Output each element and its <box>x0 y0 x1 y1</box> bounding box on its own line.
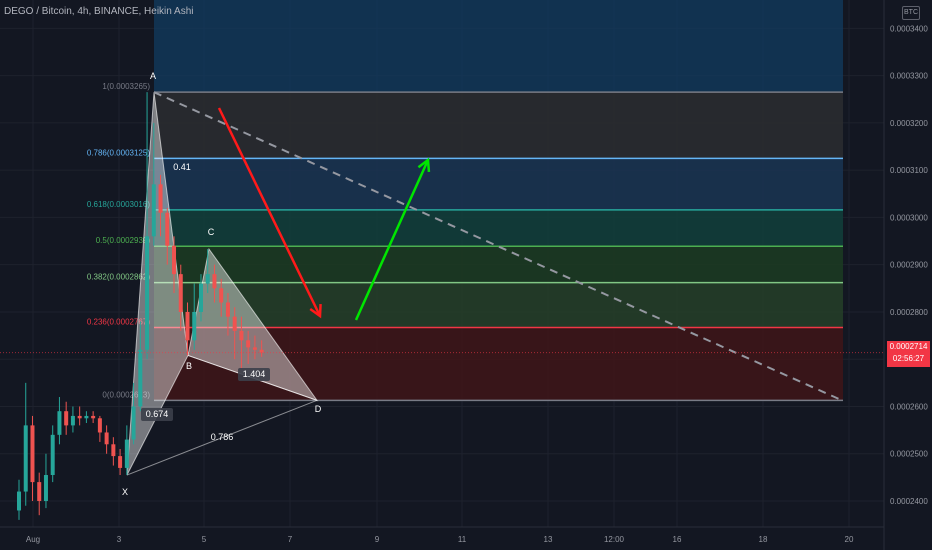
x-tick-label: 5 <box>202 535 207 544</box>
candle-body <box>50 434 55 476</box>
pattern-point-label: D <box>315 404 322 414</box>
candle-body <box>145 236 150 350</box>
x-tick-label: 18 <box>759 535 768 544</box>
candle-body <box>205 274 210 284</box>
candle-body <box>23 425 28 492</box>
x-tick-label: 7 <box>288 535 293 544</box>
candle-body <box>192 311 197 341</box>
fib-level-label: 1(0.0003265) <box>102 82 150 91</box>
candle-body <box>225 302 230 317</box>
pattern-point-label: B <box>186 361 192 371</box>
y-tick-label: 0.0003300 <box>890 72 928 81</box>
x-tick-label: 16 <box>673 535 682 544</box>
candle-body <box>97 418 102 433</box>
candle-body <box>104 432 109 445</box>
pattern-point-label: C <box>208 227 215 237</box>
y-tick-label: 0.0002800 <box>890 308 928 317</box>
fib-zone <box>154 92 843 159</box>
candle-body <box>111 444 116 457</box>
pattern-ratio-label: 0.41 <box>173 162 191 172</box>
y-tick-label: 0.0002900 <box>890 261 928 270</box>
candle-body <box>84 415 89 419</box>
candle-body <box>252 347 257 350</box>
candle-body <box>64 411 69 426</box>
last-price-value: 0.0002714 <box>889 342 928 351</box>
chart-title: DEGO / Bitcoin, 4h, BINANCE, Heikin Ashi <box>4 6 194 17</box>
candle-body <box>239 330 244 341</box>
candle-body <box>124 439 129 468</box>
pattern-ratio-label: 0.786 <box>211 432 234 442</box>
candle-body <box>246 340 251 348</box>
last-price-tag: 0.0002714 02:56:27 <box>887 341 930 367</box>
candle-body <box>138 349 143 407</box>
candle-body <box>151 184 156 237</box>
candle-body <box>91 415 96 419</box>
y-tick-label: 0.0003100 <box>890 166 928 175</box>
fib-zone-extension <box>154 0 843 93</box>
candle-body <box>70 415 75 426</box>
candle-body <box>185 311 190 341</box>
pattern-ratio-label: 0.674 <box>146 409 169 419</box>
y-tick-label: 0.0003200 <box>890 119 928 128</box>
pattern-ratio-label: 1.404 <box>243 369 266 379</box>
candle-body <box>43 475 48 502</box>
y-tick-label: 0.0002400 <box>890 497 928 506</box>
x-tick-label: 20 <box>845 535 854 544</box>
candle-body <box>17 491 21 511</box>
bar-countdown: 02:56:27 <box>892 354 925 363</box>
x-tick-label: Aug <box>26 535 40 544</box>
x-tick-label: 12:00 <box>604 535 625 544</box>
y-tick-label: 0.0002500 <box>890 450 928 459</box>
y-tick-label: 0.0003400 <box>890 24 928 33</box>
candle-body <box>219 288 224 303</box>
x-tick-label: 9 <box>375 535 380 544</box>
fib-zone <box>154 246 843 283</box>
candle-body <box>37 482 42 502</box>
fib-level-label: 0.618(0.0003016) <box>87 200 151 209</box>
fib-zone <box>154 209 843 247</box>
candle-body <box>158 184 163 213</box>
y-tick-label: 0.0003000 <box>890 213 928 222</box>
candle-body <box>131 406 136 440</box>
y-tick-label: 0.0002600 <box>890 402 928 411</box>
x-tick-label: 3 <box>117 535 122 544</box>
candle-body <box>172 245 177 275</box>
fib-level-label: 0.786(0.0003125) <box>87 148 151 157</box>
candle-body <box>77 415 82 419</box>
candle-body <box>212 274 217 289</box>
currency-badge[interactable]: BTC <box>902 6 920 20</box>
fib-level-label: 0.5(0.0002939) <box>96 236 151 245</box>
fib-zone <box>154 158 843 210</box>
candle-body <box>57 411 62 435</box>
candle-body <box>118 456 123 468</box>
x-tick-label: 13 <box>544 535 553 544</box>
candle-body <box>165 212 170 246</box>
x-tick-label: 11 <box>458 535 467 544</box>
pattern-point-label: X <box>122 487 128 497</box>
candle-body <box>232 316 237 331</box>
candle-body <box>198 283 203 312</box>
pattern-point-label: A <box>150 71 156 81</box>
candle-body <box>178 274 183 312</box>
chart-canvas[interactable]: 1(0.0003265) 0.786(0.0003125) 0.618(0.0003… <box>0 0 932 550</box>
candle-body <box>30 425 35 483</box>
